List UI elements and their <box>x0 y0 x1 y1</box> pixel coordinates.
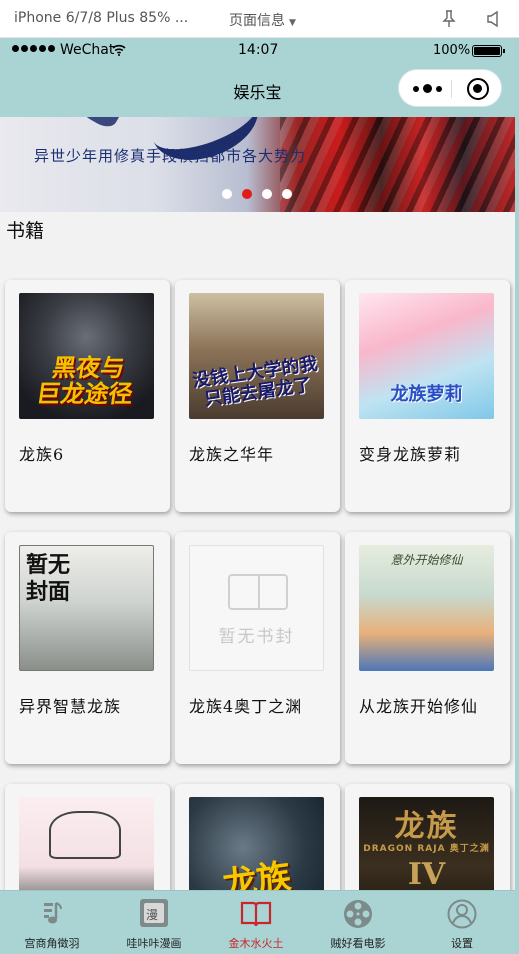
tab-label: 金木水火土 <box>228 937 284 950</box>
cover-title: 龙族 <box>394 809 459 844</box>
tab-label: 贼好看电影 <box>330 937 386 950</box>
tab-label: 设置 <box>451 937 473 950</box>
book-card[interactable]: 意外开始修仙 从龙族开始修仙 <box>345 532 510 764</box>
carousel-indicators <box>222 189 292 199</box>
cover-title: 没钱上大学的我 只能去屠龙了 <box>191 353 319 411</box>
device-selector[interactable]: iPhone 6/7/8 Plus 85% ... <box>14 10 188 26</box>
tab-books[interactable]: 金木水火土 <box>206 891 306 954</box>
battery-icon <box>472 45 505 57</box>
carrier-label: WeChat <box>60 42 115 58</box>
cover-numeral: IV <box>407 857 446 892</box>
user-settings-icon <box>447 899 477 929</box>
cover-title: 黑夜与 巨龙途径 <box>34 354 135 408</box>
miniprogram-capsule <box>398 69 502 107</box>
banner-carousel[interactable]: 异世少年用修真手段横扫都市各大势力 <box>0 117 515 212</box>
book-cover: 龙族萝莉 <box>359 293 494 419</box>
close-miniprogram-icon[interactable] <box>467 78 489 100</box>
book-card[interactable]: 暂无书封 龙族4奥丁之渊 <box>175 532 340 764</box>
comic-icon-glyph: 漫 <box>146 908 159 922</box>
page-info-label: 页面信息 <box>229 13 285 29</box>
carousel-dot[interactable] <box>222 189 232 199</box>
tab-comics[interactable]: 漫 哇咔咔漫画 <box>104 891 204 954</box>
phone-screen: WeChat 14:07 100% 娱乐宝 异世少年用修真手段横扫都市各大势力 <box>0 38 515 954</box>
book-cover-placeholder: 暂无书封 <box>189 545 324 671</box>
film-reel-icon <box>344 900 372 928</box>
book-title: 龙族6 <box>19 445 65 464</box>
pin-icon[interactable] <box>442 10 456 28</box>
book-title: 从龙族开始修仙 <box>359 697 479 716</box>
book-card[interactable]: 黑夜与 巨龙途径 龙族6 <box>5 280 170 512</box>
book-card[interactable]: 龙族萝莉 变身龙族萝莉 <box>345 280 510 512</box>
carousel-dot[interactable] <box>262 189 272 199</box>
carousel-dot[interactable] <box>282 189 292 199</box>
book-placeholder-icon <box>228 574 288 610</box>
cover-title: 意外开始修仙 <box>390 553 463 567</box>
section-title: 书籍 <box>6 220 45 242</box>
banner-caption: 异世少年用修真手段横扫都市各大势力 <box>34 147 307 165</box>
book-title: 异界智慧龙族 <box>19 697 122 716</box>
book-cover: 暂无 封面 <box>19 545 154 671</box>
simulator-edge <box>515 38 519 954</box>
simulator-toolbar: iPhone 6/7/8 Plus 85% ... 页面信息 ▼ <box>0 0 519 38</box>
speaker-icon[interactable] <box>486 11 500 27</box>
book-title: 龙族之华年 <box>189 445 275 464</box>
caret-down-icon: ▼ <box>289 18 296 28</box>
book-icon <box>240 901 272 927</box>
book-title: 变身龙族萝莉 <box>359 445 462 464</box>
capsule-divider <box>451 80 452 98</box>
wifi-icon <box>112 44 126 56</box>
more-menu-icon[interactable] <box>413 84 442 93</box>
navigation-bar: 娱乐宝 <box>0 64 515 117</box>
status-bar: WeChat 14:07 100% <box>0 38 515 64</box>
cover-doodle <box>49 811 121 859</box>
tab-bar: 宫商角徵羽 漫 哇咔咔漫画 金木水火土 贼好看电影 设置 <box>0 890 515 954</box>
music-note-icon <box>44 902 62 924</box>
battery-percent: 100% <box>433 43 471 58</box>
tab-label: 宫商角徵羽 <box>24 937 80 950</box>
book-cover: 黑夜与 巨龙途径 <box>19 293 154 419</box>
carousel-dot-active[interactable] <box>242 189 252 199</box>
cover-title: 龙族萝莉 <box>390 384 463 405</box>
page-info-menu[interactable]: 页面信息 ▼ <box>229 10 296 30</box>
tab-settings[interactable]: 设置 <box>412 891 512 954</box>
tab-music[interactable]: 宫商角徵羽 <box>2 891 102 954</box>
book-cover: 没钱上大学的我 只能去屠龙了 <box>189 293 324 419</box>
cover-subtitle: DRAGON RAJA 奥丁之渊 <box>363 844 490 854</box>
cover-title: 暂无书封 <box>218 627 295 647</box>
book-title: 龙族4奥丁之渊 <box>189 697 303 716</box>
status-time: 14:07 <box>238 42 279 58</box>
signal-icon <box>12 45 55 52</box>
tab-movies[interactable]: 贼好看电影 <box>308 891 408 954</box>
tab-label: 哇咔咔漫画 <box>126 937 182 950</box>
book-card[interactable]: 没钱上大学的我 只能去屠龙了 龙族之华年 <box>175 280 340 512</box>
banner-art <box>76 117 124 132</box>
cover-title: 暂无 封面 <box>26 553 71 605</box>
banner-art-streaks <box>280 117 515 212</box>
book-cover: 意外开始修仙 <box>359 545 494 671</box>
book-card[interactable]: 暂无 封面 异界智慧龙族 <box>5 532 170 764</box>
